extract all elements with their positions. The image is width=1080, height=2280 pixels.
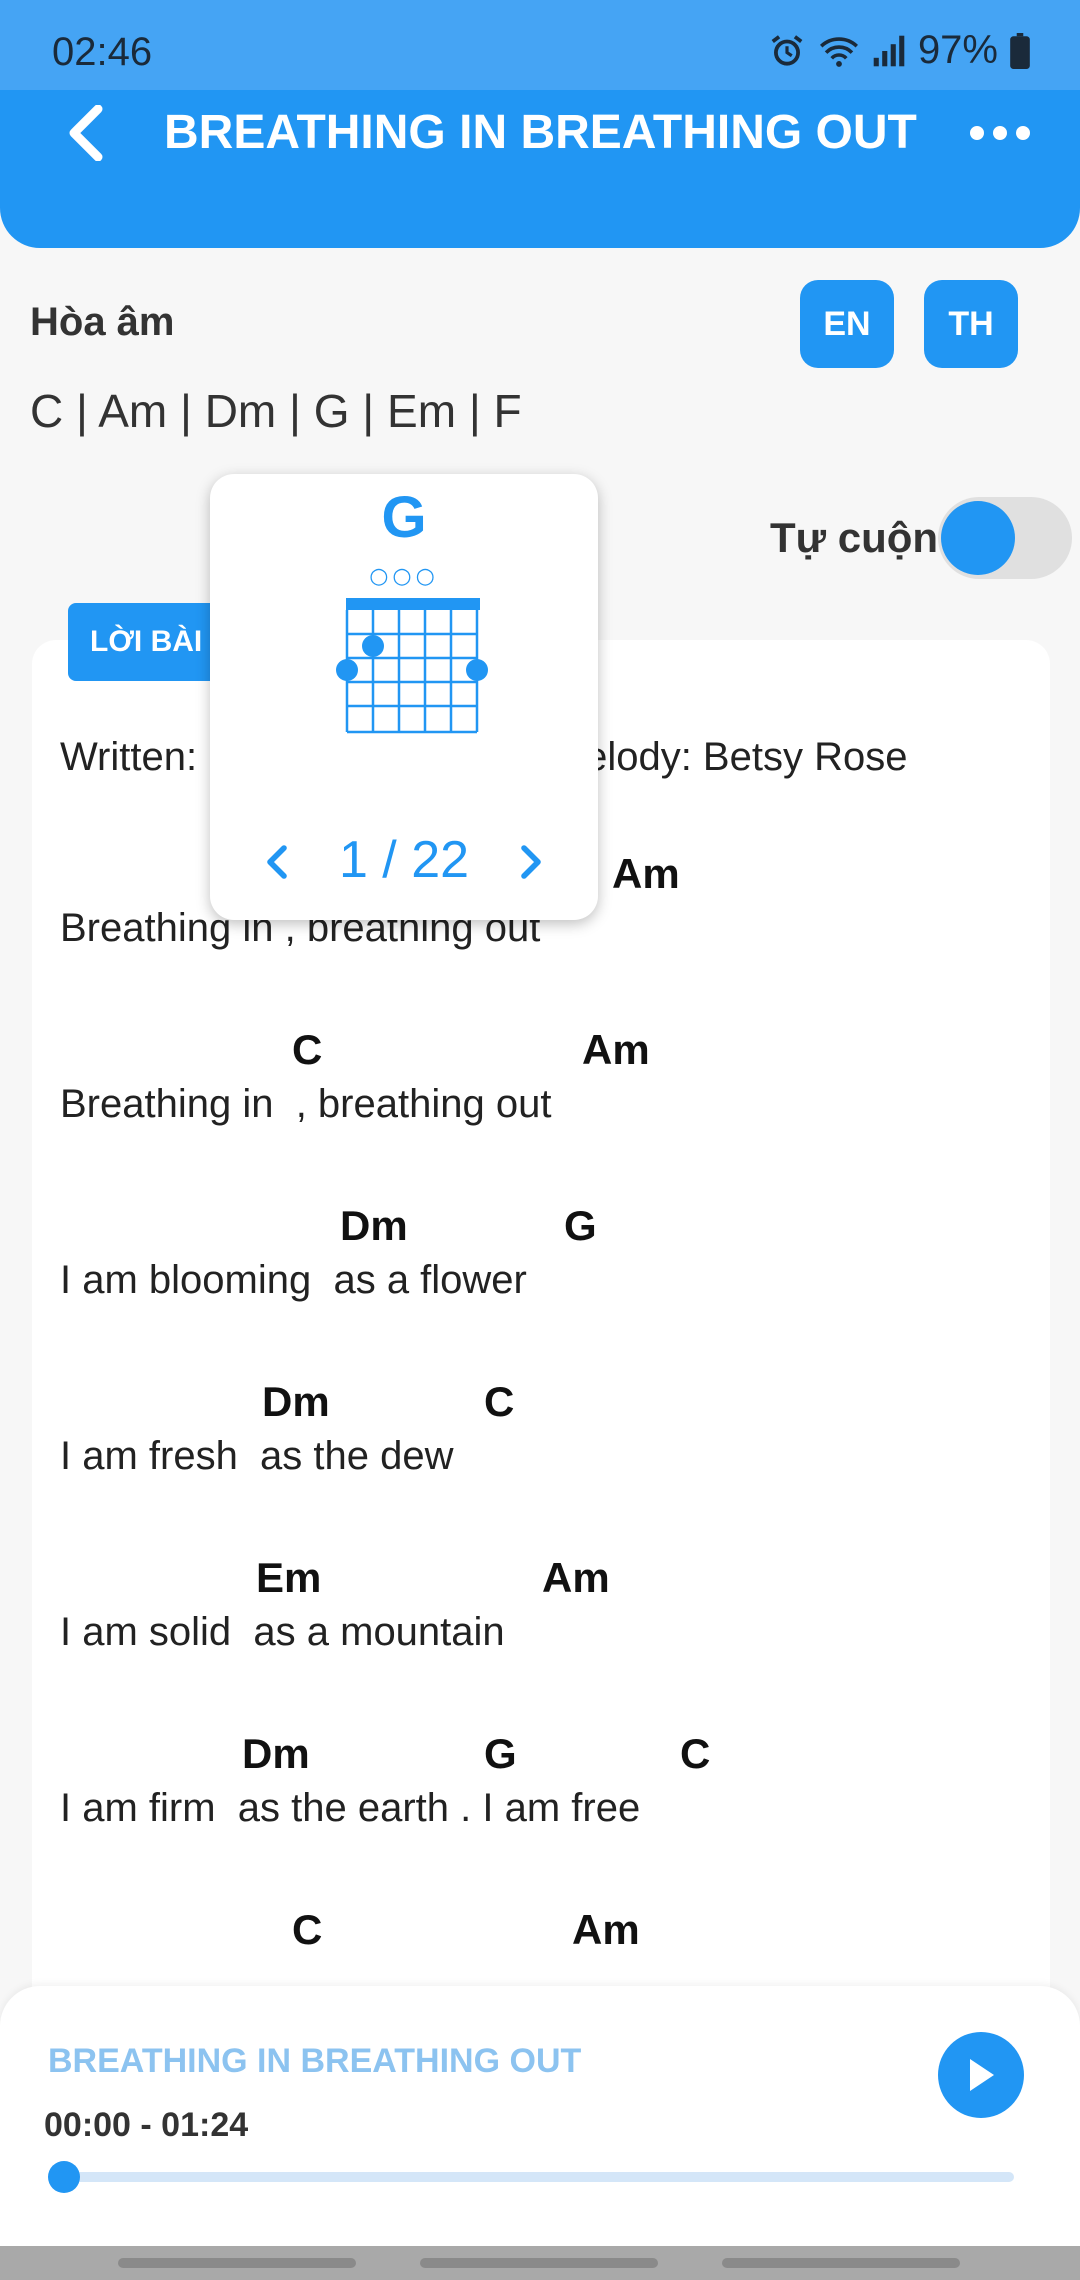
lyric-text: Breathing in , breathing out [60,1082,552,1126]
app-header: BREATHING IN BREATHING OUT [0,90,1080,248]
lyric-text: I am solid as a mountain [60,1610,505,1654]
alarm-icon [768,32,806,70]
popup-pagination: 1 / 22 [210,822,598,902]
nav-back[interactable] [722,2258,960,2268]
auto-scroll-toggle[interactable] [938,497,1072,579]
lyric-line: Em Am I am solid as a mountain [60,1554,1020,1684]
status-time: 02:46 [52,30,153,74]
chord-label[interactable]: Em [256,1554,321,1602]
status-icons: 97% [768,28,1030,73]
nav-recents[interactable] [118,2258,356,2268]
lang-th-button[interactable]: TH [924,280,1018,368]
chord-label[interactable]: Am [612,850,680,898]
chord-progression: C | Am | Dm | G | Em | F [30,385,522,437]
chord-label[interactable]: G [564,1202,597,1250]
more-horizontal-icon [970,126,1030,140]
chevron-right-icon [521,845,541,879]
signal-icon [872,34,906,68]
finger-dot [336,659,358,681]
more-options-button[interactable] [964,98,1036,168]
written-left: Written: [60,735,198,779]
progress-thumb[interactable] [48,2161,80,2193]
written-right: elody: Betsy Rose [585,735,908,779]
chord-label[interactable]: C [292,1906,322,1954]
harmony-label: Hòa âm [30,300,175,344]
battery-icon [1010,32,1030,69]
chord-label[interactable]: G [484,1730,517,1778]
popup-chord-name: G [381,485,427,550]
audio-player: BREATHING IN BREATHING OUT 00:00 - 01:24 [0,1986,1080,2246]
lyric-text: I am blooming as a flower [60,1258,527,1302]
chord-label[interactable]: C [680,1730,710,1778]
chord-label[interactable]: Am [582,1026,650,1074]
player-time: 00:00 - 01:24 [44,2106,249,2144]
lyric-text: I am firm as the earth . I am free [60,1786,641,1830]
lyric-line: Dm G C I am firm as the earth . I am fre… [60,1730,1020,1860]
chord-label[interactable]: C [484,1378,514,1426]
lang-en-button[interactable]: EN [800,280,894,368]
chord-label[interactable]: Dm [242,1730,310,1778]
chord-diagram: ○○○ [336,564,488,734]
chord-label[interactable]: Am [572,1906,640,1954]
next-chord-button[interactable] [502,832,562,892]
progress-track[interactable] [64,2172,1014,2182]
wifi-icon [818,32,860,70]
page-title: BREATHING IN BREATHING OUT [164,106,917,159]
finger-dot [362,635,384,657]
back-button[interactable] [58,98,114,168]
chord-popup: G ○○○ 1 / 22 [210,474,598,920]
chord-label[interactable]: Dm [340,1202,408,1250]
nav-home[interactable] [420,2258,658,2268]
chord-label[interactable]: Am [542,1554,610,1602]
chevron-left-icon [69,105,103,161]
player-title: BREATHING IN BREATHING OUT [48,2042,582,2080]
status-bar: 02:46 97% [0,0,1080,100]
system-nav-bar [0,2246,1080,2280]
play-icon [970,2059,994,2091]
lyric-text: I am fresh as the dew [60,1434,454,1478]
lyric-line: Dm C I am fresh as the dew [60,1378,1020,1508]
play-button[interactable] [938,2032,1024,2118]
chord-label[interactable]: C [292,1026,322,1074]
open-strings-marker: ○○○ [369,564,439,589]
lyric-line: Dm G I am blooming as a flower [60,1202,1020,1332]
auto-scroll-label: Tự cuộn [770,514,939,561]
finger-dot [466,659,488,681]
lyric-line: C Am Breathing in , breathing out [60,1026,1020,1156]
toggle-knob [941,501,1015,575]
chord-label[interactable]: Dm [262,1378,330,1426]
battery-percent: 97% [917,28,998,72]
